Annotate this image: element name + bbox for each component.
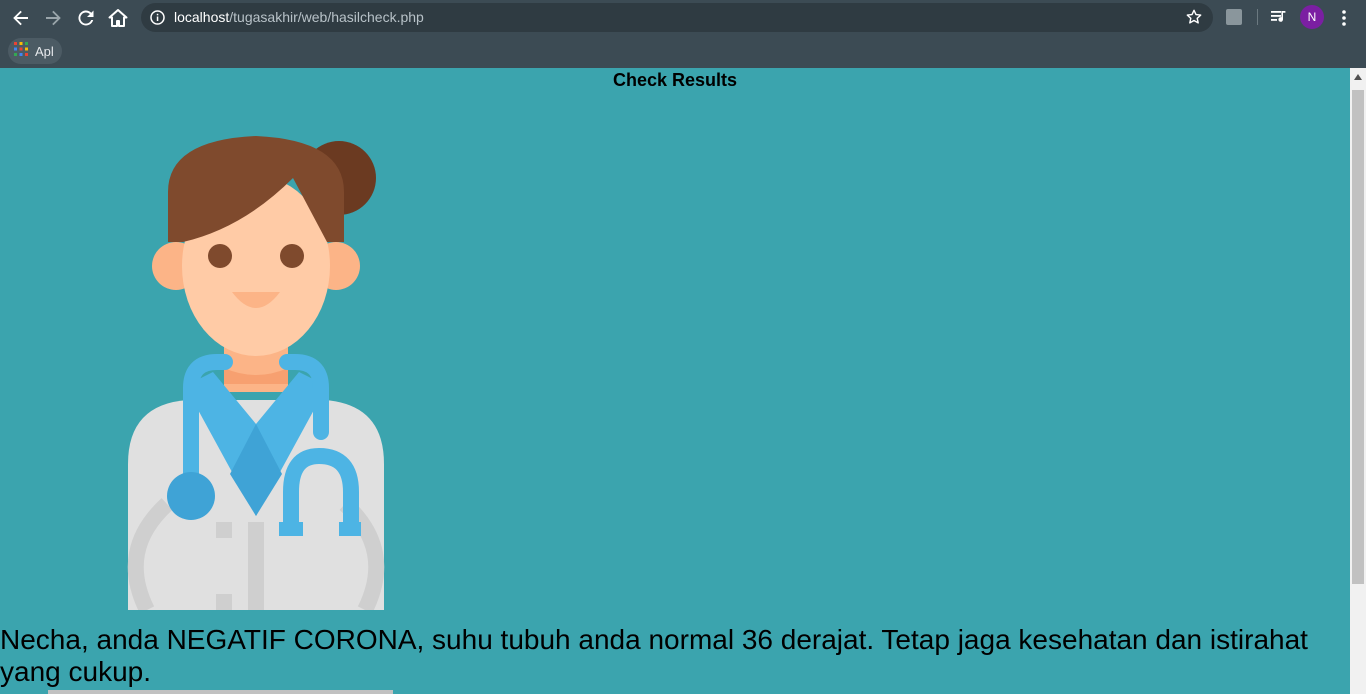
media-queue-icon[interactable] xyxy=(1270,9,1288,30)
vertical-scrollbar[interactable] xyxy=(1350,68,1366,694)
bookmark-apps-label: Apl xyxy=(35,43,54,59)
horizontal-scrollbar-thumb[interactable] xyxy=(48,690,393,694)
reload-icon[interactable] xyxy=(74,6,98,30)
bookmarks-bar: Apl xyxy=(0,36,1366,68)
doctor-illustration xyxy=(127,136,385,610)
star-icon[interactable] xyxy=(1186,9,1202,30)
more-vert-icon[interactable] xyxy=(1336,8,1352,33)
scrollbar-thumb[interactable] xyxy=(1352,90,1364,584)
back-arrow-icon[interactable] xyxy=(9,6,33,30)
page-title: Check Results xyxy=(612,70,738,90)
bookmark-apps[interactable]: Apl xyxy=(8,38,62,64)
apps-grid-icon xyxy=(14,41,28,61)
toolbar-divider xyxy=(1257,9,1258,25)
home-icon[interactable] xyxy=(106,6,130,30)
extension-icon[interactable] xyxy=(1226,9,1242,25)
result-message: Necha, anda NEGATIF CORONA, suhu tubuh a… xyxy=(0,624,1308,687)
scroll-up-arrow-icon[interactable] xyxy=(1350,68,1366,86)
profile-avatar[interactable]: N xyxy=(1300,5,1324,29)
browser-chrome: localhost/tugasakhir/web/hasilcheck.php … xyxy=(0,0,1366,68)
forward-arrow-icon[interactable] xyxy=(41,6,65,30)
url-path: /tugasakhir/web/hasilcheck.php xyxy=(229,9,424,25)
page-content: Check Results Necha, anda NEGATIF CORONA… xyxy=(0,68,1350,694)
url-text[interactable]: localhost/tugasakhir/web/hasilcheck.php xyxy=(174,9,424,25)
info-icon[interactable] xyxy=(150,10,165,30)
browser-toolbar: localhost/tugasakhir/web/hasilcheck.php … xyxy=(0,0,1366,36)
address-bar[interactable]: localhost/tugasakhir/web/hasilcheck.php xyxy=(141,3,1213,32)
url-host: localhost xyxy=(174,9,230,25)
